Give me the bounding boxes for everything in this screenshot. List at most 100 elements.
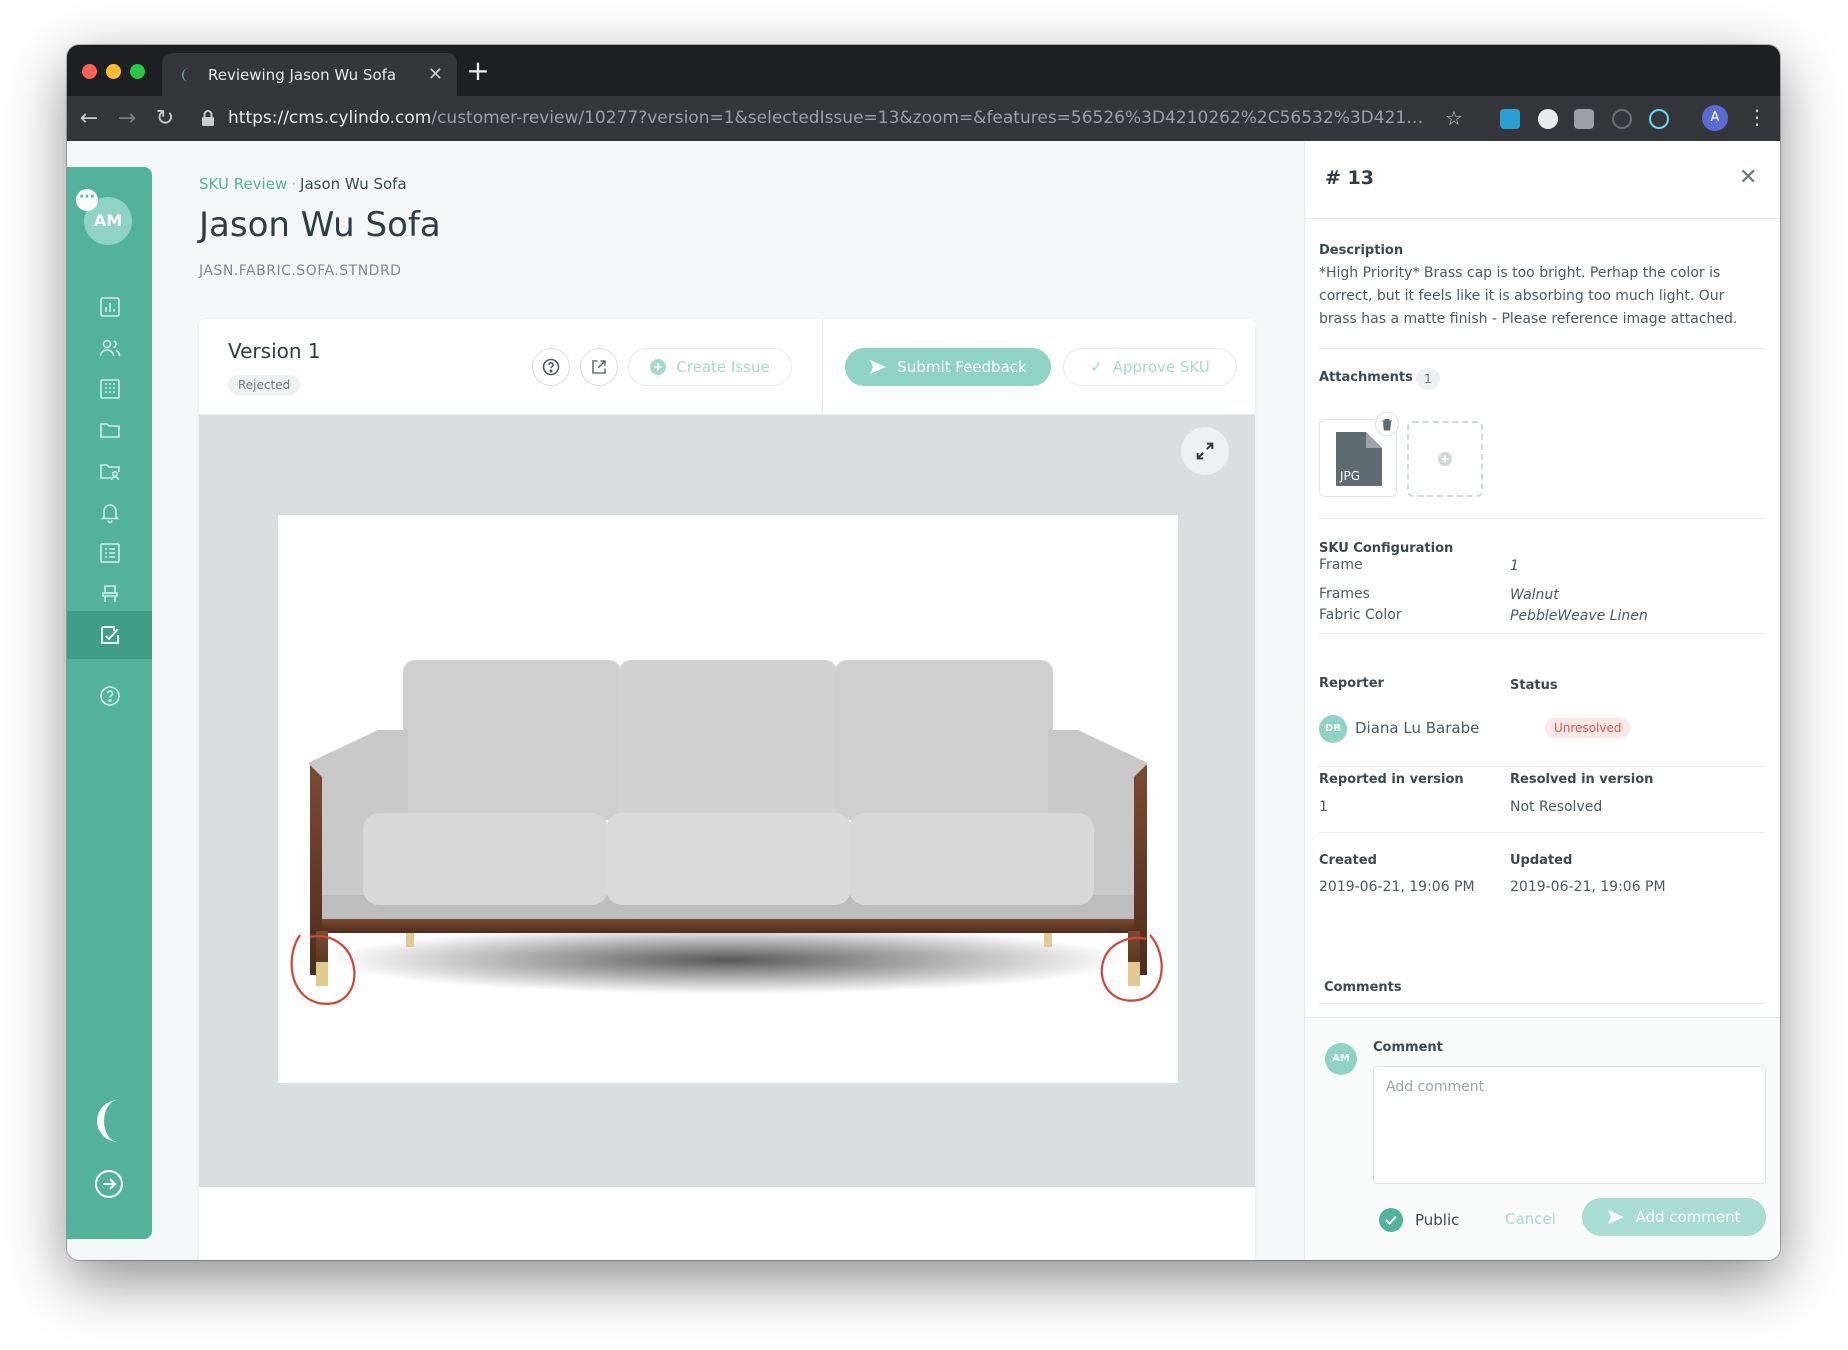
product-viewer[interactable] [199,415,1255,1187]
delete-attachment-button[interactable] [1375,412,1399,436]
header-divider [822,319,823,415]
close-window-button[interactable] [82,64,97,79]
created-label: Created [1319,853,1377,868]
status-label: Status [1510,678,1558,693]
create-issue-label: Create Issue [676,358,770,376]
submit-feedback-button[interactable]: Submit Feedback [845,348,1051,386]
breadcrumb-separator: · [291,175,297,193]
product-image [278,515,1178,1083]
help-button[interactable] [532,348,570,386]
camera-extension-icon[interactable] [1574,109,1594,129]
comment-form: AM Comment Public Cancel Add comment [1305,1017,1780,1260]
status-badge: Unresolved [1545,718,1631,738]
version-card: Version 1 Rejected Create Issue Submit F… [199,319,1255,1260]
info-extension-icon[interactable] [1612,109,1632,129]
comment-input[interactable] [1373,1066,1766,1184]
folder-icon [99,423,120,438]
sofa-illustration [290,660,1163,1005]
sidebar-item-help[interactable] [67,672,152,720]
version-header: Version 1 Rejected Create Issue Submit F… [199,319,1255,415]
profile-avatar[interactable]: A [1702,105,1728,131]
extension-icon[interactable] [1500,109,1520,129]
browser-tab[interactable]: Reviewing Jason Wu Sofa ✕ [162,53,457,96]
resolved-in-value: Not Resolved [1510,799,1603,815]
help-icon [99,686,120,706]
description-label: Description [1319,243,1404,258]
reporter-label: Reporter [1319,676,1384,691]
add-comment-button[interactable]: Add comment [1582,1198,1766,1236]
breadcrumb: SKU Review · Jason Wu Sofa [199,175,407,193]
attachment-type: JPG [1339,469,1360,483]
reported-in-value: 1 [1319,799,1328,815]
maximize-window-button[interactable] [130,64,145,79]
add-comment-label: Add comment [1635,1208,1741,1226]
chart-icon [99,297,120,317]
breadcrumb-current: Jason Wu Sofa [300,175,407,193]
approve-sku-button[interactable]: ✓ Approve SKU [1063,348,1237,386]
tab-title: Reviewing Jason Wu Sofa [208,65,397,84]
url-text: https://cms.cylindo.com/customer-review/… [228,108,1428,128]
cylindo-favicon-icon [182,67,189,82]
close-panel-icon[interactable]: ✕ [1739,165,1757,190]
browser-toolbar: ← → ↻ https://cms.cylindo.com/customer-r… [67,96,1780,141]
minimize-window-button[interactable] [106,64,121,79]
config-key-frame: Frame [1319,557,1363,573]
cancel-comment-button[interactable]: Cancel [1505,1210,1556,1228]
sku-code: JASN.FABRIC.SOFA.STNDRD [199,263,402,279]
config-key-frames: Frames [1319,586,1370,602]
sidebar: AM ··· [67,167,152,1239]
reload-icon[interactable]: ↻ [146,106,184,131]
reported-in-label: Reported in version [1319,772,1464,787]
breadcrumb-link-sku-review[interactable]: SKU Review [199,175,287,193]
forward-icon[interactable]: → [108,106,146,131]
approve-sku-label: Approve SKU [1112,358,1210,376]
expand-icon [1196,442,1214,460]
chat-icon[interactable]: ··· [76,189,98,211]
tab-close-icon[interactable]: ✕ [428,64,443,85]
browser-menu-icon[interactable]: ⋮ [1747,105,1767,129]
new-tab-button[interactable]: + [462,55,494,87]
review-check-icon [100,626,119,644]
check-icon [1385,1215,1397,1225]
public-checkbox[interactable] [1379,1208,1403,1232]
fullscreen-button[interactable] [1181,427,1229,475]
updated-label: Updated [1510,853,1573,868]
comments-label: Comments [1324,980,1402,995]
building-icon [99,379,120,399]
bookmark-star-icon[interactable]: ☆ [1445,106,1463,130]
config-key-fabric-color: Fabric Color [1319,607,1402,623]
version-title: Version 1 [228,339,321,363]
question-icon [542,358,560,376]
updated-value: 2019-06-21, 19:06 PM [1510,879,1666,895]
version-status-badge: Rejected [228,375,301,395]
browser-window: Reviewing Jason Wu Sofa ✕ + ← → ↻ https:… [67,45,1780,1260]
commenter-avatar: AM [1325,1043,1357,1075]
open-external-button[interactable] [580,348,618,386]
main-content: SKU Review · Jason Wu Sofa Jason Wu Sofa J… [199,141,1255,1260]
create-issue-button[interactable]: Create Issue [628,348,792,386]
divider [1319,832,1766,833]
check-icon: ✓ [1090,358,1103,376]
attachments-count: 1 [1416,368,1440,390]
add-attachment-button[interactable] [1407,421,1483,497]
logout-icon[interactable] [93,1168,125,1200]
back-icon[interactable]: ← [70,106,108,131]
address-bar[interactable]: https://cms.cylindo.com/customer-review/… [198,99,1554,137]
plus-circle-icon [650,359,667,375]
external-link-icon [592,360,606,374]
send-icon [870,360,887,374]
extension-icon[interactable] [1538,109,1558,129]
public-label: Public [1415,1211,1460,1229]
app-page: AM ··· SKU Review · Jason Wu Sofa Jason … [67,141,1780,1260]
config-value-frames: Walnut [1510,587,1559,603]
page-title: Jason Wu Sofa [199,205,441,245]
created-value: 2019-06-21, 19:06 PM [1319,879,1475,895]
divider [1319,348,1766,349]
issue-panel: # 13 ✕ Description *High Priority* Brass… [1304,141,1780,1260]
sidebar-item-review[interactable] [67,611,152,659]
issue-number: # 13 [1325,167,1374,189]
chair-icon [101,585,118,602]
divider [1319,766,1766,767]
react-devtools-icon[interactable] [1649,109,1669,129]
issue-description: *High Priority* Brass cap is too bright.… [1319,265,1738,327]
